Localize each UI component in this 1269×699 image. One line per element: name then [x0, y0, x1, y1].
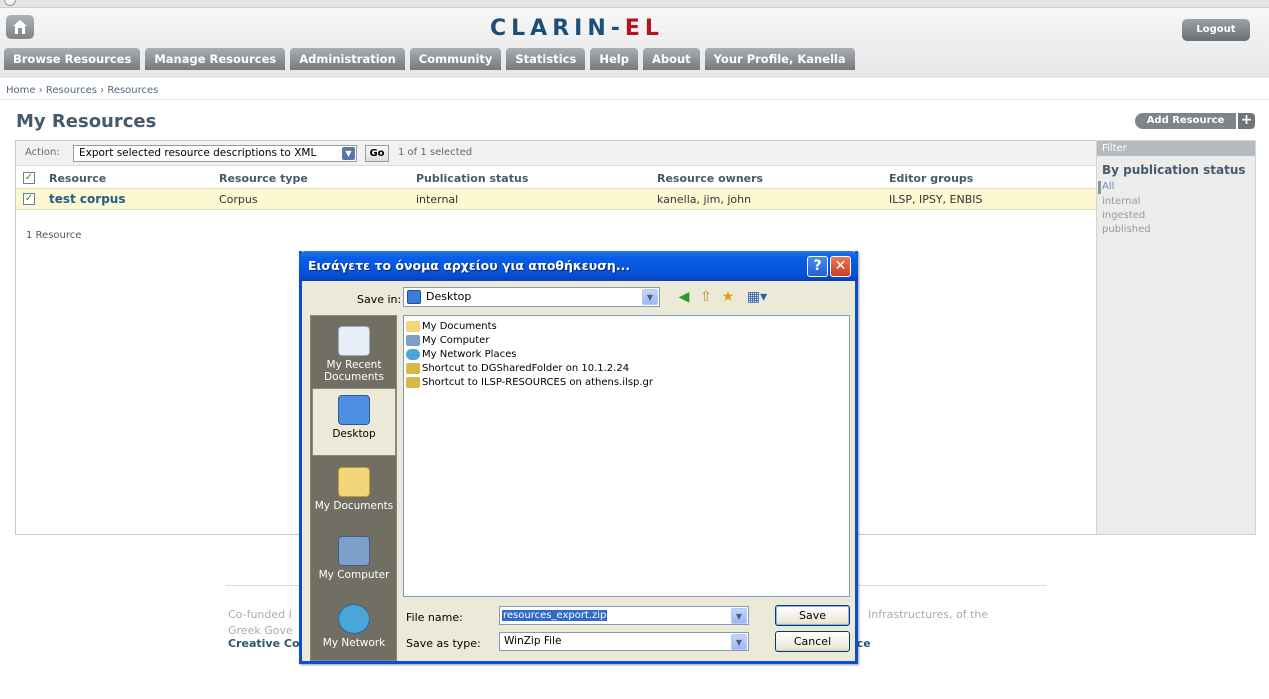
nav-community[interactable]: Community — [409, 48, 502, 70]
place-my-computer[interactable]: My Computer — [312, 530, 396, 598]
list-item[interactable]: My Network Places — [406, 349, 516, 361]
shortcut-icon — [406, 363, 420, 374]
groups-cell: ILSP, IPSY, ENBIS — [889, 193, 983, 206]
place-my-recent-documents[interactable]: My Recent Documents — [312, 320, 396, 388]
place-desktop[interactable]: Desktop — [312, 388, 396, 456]
cancel-button[interactable]: Cancel — [775, 631, 850, 652]
add-resource-button[interactable]: Add Resource + — [1135, 113, 1255, 129]
chevron-down-icon[interactable]: ▼ — [731, 608, 747, 624]
place-my-documents[interactable]: My Documents — [312, 461, 396, 529]
help-icon[interactable]: ? — [807, 256, 828, 277]
nav-manage-resources[interactable]: Manage Resources — [145, 48, 286, 70]
filter-option-ingested[interactable]: ingested — [1102, 210, 1145, 221]
list-item[interactable]: Shortcut to ILSP-RESOURCES on athens.ils… — [406, 377, 653, 389]
filter-heading: By publication status — [1102, 163, 1246, 177]
row-checkbox[interactable]: ✓ — [23, 193, 35, 205]
nav-browse-resources[interactable]: Browse Resources — [4, 48, 141, 70]
column-publication-status[interactable]: Publication status — [416, 170, 528, 187]
file-list[interactable]: My Documents My Computer My Network Plac… — [403, 315, 850, 597]
computer-icon — [406, 335, 420, 346]
chevron-down-icon[interactable]: ▼ — [342, 147, 355, 160]
resource-type-cell: Corpus — [219, 193, 258, 206]
footer-text-1: Co-funded I — [228, 608, 292, 621]
action-bar: Action: Export selected resource descrip… — [16, 141, 1096, 166]
new-folder-icon[interactable]: ★ — [719, 288, 737, 306]
save-as-type-select[interactable]: WinZip File ▼ — [499, 632, 749, 651]
footer-text-1b: Infrastructures, of the — [868, 608, 989, 621]
filter-option-all[interactable]: All — [1102, 181, 1114, 192]
nav-help[interactable]: Help — [590, 48, 638, 70]
resource-count: 1 Resource — [26, 230, 82, 241]
select-all-checkbox[interactable]: ✓ — [23, 172, 35, 184]
chevron-down-icon[interactable]: ▼ — [642, 289, 658, 305]
site-header: CLARIN-EL Logout Browse Resources Manage… — [0, 8, 1269, 78]
table-row[interactable]: ✓ test corpus Corpus internal kanella, j… — [16, 188, 1096, 210]
place-my-network[interactable]: My Network — [312, 598, 396, 666]
save-button[interactable]: Save — [775, 605, 850, 626]
table-header: ✓ Resource Resource type Publication sta… — [16, 170, 1096, 187]
filter-option-internal[interactable]: internal — [1102, 196, 1140, 207]
filter-title: Filter — [1097, 141, 1255, 156]
nav-administration[interactable]: Administration — [290, 48, 405, 70]
column-editor-groups[interactable]: Editor groups — [889, 170, 973, 187]
browser-top-strip — [0, 0, 1269, 8]
desktop-icon — [407, 290, 421, 304]
breadcrumb[interactable]: Home › Resources › Resources — [6, 85, 158, 96]
status-cell: internal — [416, 193, 459, 206]
page-title: My Resources — [16, 111, 157, 132]
places-bar: My Recent Documents Desktop My Documents… — [310, 315, 397, 661]
nav-your-profile[interactable]: Your Profile, Kanella — [704, 48, 855, 70]
owners-cell: kanella, jim, john — [657, 193, 752, 206]
folder-icon — [406, 321, 420, 332]
file-name-label: File name: — [406, 611, 463, 624]
up-folder-icon[interactable]: ⇧ — [697, 288, 715, 306]
shortcut-icon — [406, 377, 420, 388]
footer-license-link[interactable]: Creative Co — [228, 637, 300, 650]
close-icon[interactable]: ✕ — [830, 256, 851, 277]
back-icon[interactable]: ◀ — [675, 288, 693, 306]
divider — [0, 99, 1269, 100]
filter-panel: Filter By publication status All interna… — [1096, 140, 1256, 535]
filter-option-published[interactable]: published — [1102, 224, 1151, 235]
selection-count: 1 of 1 selected — [398, 147, 473, 158]
chevron-down-icon[interactable]: ▼ — [731, 634, 747, 650]
list-item[interactable]: My Computer — [406, 335, 489, 347]
home-icon[interactable] — [6, 15, 34, 39]
footer-text-2: Greek Gove — [228, 624, 293, 637]
browser-circle-icon — [4, 0, 16, 6]
action-select[interactable]: Export selected resource descriptions to… — [73, 145, 357, 162]
plus-icon[interactable]: + — [1238, 113, 1255, 129]
list-item[interactable]: My Documents — [406, 321, 497, 333]
column-resource-type[interactable]: Resource type — [219, 170, 308, 187]
list-item[interactable]: Shortcut to DGSharedFolder on 10.1.2.24 — [406, 363, 629, 375]
views-menu-icon[interactable]: ▦▾ — [743, 288, 771, 306]
main-nav: Browse Resources Manage Resources Admini… — [4, 48, 855, 70]
nav-about[interactable]: About — [642, 48, 700, 70]
filter-selected-marker — [1098, 181, 1101, 194]
column-resource[interactable]: Resource — [49, 170, 106, 187]
save-in-label: Save in: — [357, 293, 402, 306]
save-as-type-label: Save as type: — [406, 637, 481, 650]
dialog-title: Εισάγετε το όνομα αρχείου για αποθήκευση… — [308, 258, 631, 273]
network-icon — [406, 349, 420, 360]
go-button[interactable]: Go — [365, 145, 389, 162]
save-dialog: Εισάγετε το όνομα αρχείου για αποθήκευση… — [299, 251, 858, 664]
save-in-select[interactable]: Desktop ▼ — [403, 287, 660, 307]
nav-statistics[interactable]: Statistics — [506, 48, 586, 70]
dialog-titlebar[interactable]: Εισάγετε το όνομα αρχείου για αποθήκευση… — [299, 251, 858, 281]
resource-link[interactable]: test corpus — [49, 189, 125, 210]
column-resource-owners[interactable]: Resource owners — [657, 170, 763, 187]
action-label: Action: — [25, 147, 60, 158]
site-logo[interactable]: CLARIN-EL — [490, 16, 664, 41]
file-name-input[interactable]: resources_export.zip ▼ — [499, 606, 749, 625]
logout-button[interactable]: Logout — [1182, 19, 1250, 41]
add-resource-label[interactable]: Add Resource — [1135, 113, 1236, 129]
